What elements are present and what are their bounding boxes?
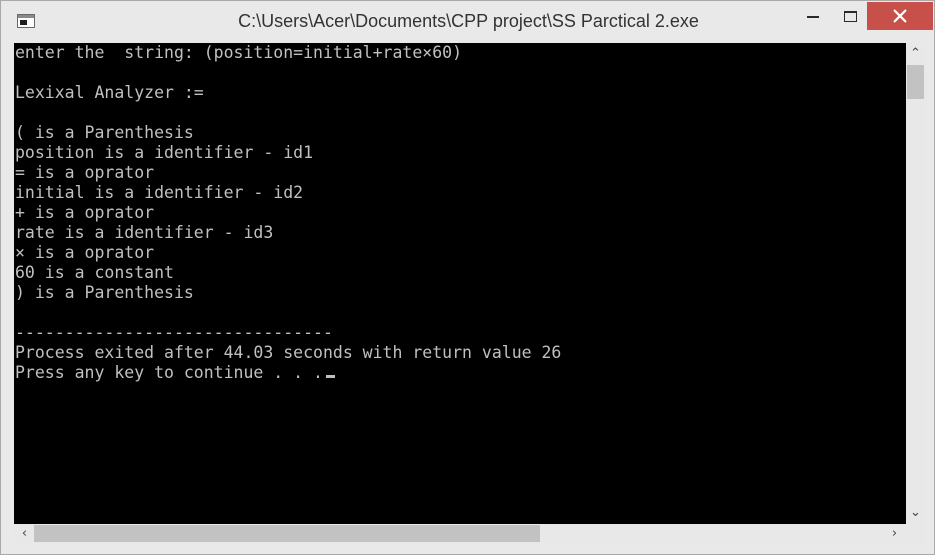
text-cursor bbox=[325, 375, 335, 378]
window-title: C:\Users\Acer\Documents\CPP project\SS P… bbox=[238, 11, 699, 31]
console-line-separator: -------------------------------- bbox=[15, 323, 333, 342]
horizontal-scrollbar[interactable]: ‹ › bbox=[14, 524, 906, 543]
maximize-button[interactable] bbox=[836, 3, 866, 30]
horizontal-scroll-thumb[interactable] bbox=[34, 525, 540, 542]
console-line-token: 60 is a constant bbox=[15, 263, 174, 282]
close-icon bbox=[893, 9, 907, 23]
continue-prompt-text: Press any key to continue . . . bbox=[15, 363, 323, 382]
console-line-token: ( is a Parenthesis bbox=[15, 123, 194, 142]
console-line-input-prompt: enter the string: (position=initial+rate… bbox=[15, 43, 463, 62]
console-line-token: position is a identifier - id1 bbox=[15, 143, 314, 162]
console-line-token: + is a oprator bbox=[15, 203, 155, 222]
console-line-token: = is a oprator bbox=[15, 163, 155, 182]
vertical-scroll-thumb[interactable] bbox=[907, 65, 924, 99]
arrow-right-icon[interactable]: › bbox=[886, 525, 903, 542]
arrow-down-icon[interactable]: ⌄ bbox=[907, 504, 924, 521]
console-output[interactable]: enter the string: (position=initial+rate… bbox=[14, 43, 906, 524]
arrow-left-icon[interactable]: ‹ bbox=[16, 525, 33, 542]
console-line-token: × is a oprator bbox=[15, 243, 155, 262]
maximize-icon bbox=[844, 11, 857, 22]
vertical-scrollbar[interactable]: ⌃ ⌄ bbox=[906, 43, 925, 524]
console-window: C:\Users\Acer\Documents\CPP project\SS P… bbox=[0, 0, 935, 555]
console-line-continue-prompt: Press any key to continue . . . bbox=[15, 363, 335, 383]
console-line-token: ) is a Parenthesis bbox=[15, 283, 194, 302]
close-button[interactable] bbox=[867, 2, 933, 30]
console-line-exit-status: Process exited after 44.03 seconds with … bbox=[15, 343, 562, 362]
minimize-button[interactable] bbox=[798, 3, 828, 30]
title-bar[interactable]: C:\Users\Acer\Documents\CPP project\SS P… bbox=[1, 1, 934, 43]
arrow-up-icon[interactable]: ⌃ bbox=[907, 45, 924, 62]
console-line-token: initial is a identifier - id2 bbox=[15, 183, 304, 202]
console-line-analyzer-heading: Lexixal Analyzer := bbox=[15, 83, 204, 102]
minimize-icon bbox=[807, 16, 819, 18]
size-grip[interactable] bbox=[906, 524, 925, 543]
console-line-token: rate is a identifier - id3 bbox=[15, 223, 274, 242]
